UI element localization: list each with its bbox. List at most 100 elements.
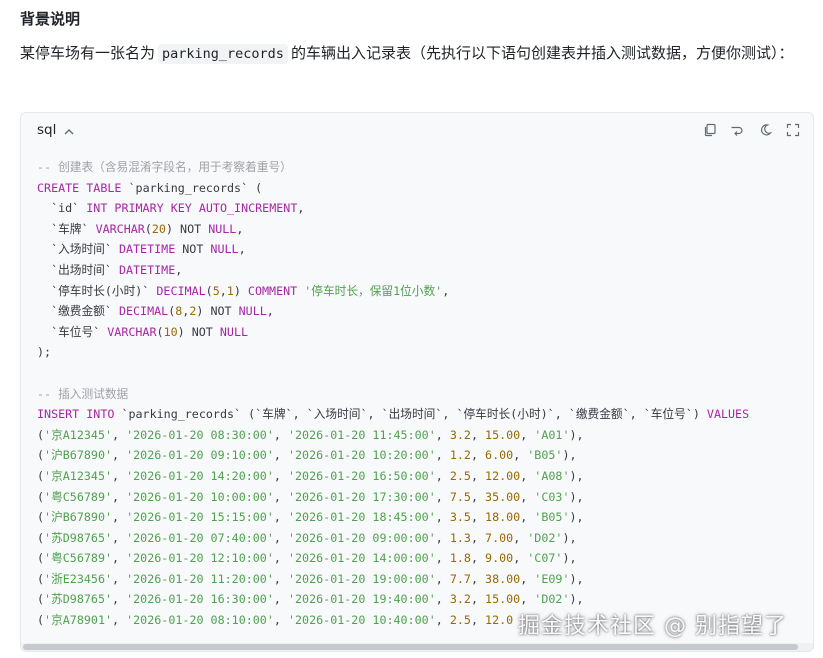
code-token: ), xyxy=(569,468,584,483)
code-token: `缴费金额` xyxy=(37,304,119,319)
code-token: ( xyxy=(37,613,45,628)
code-token: NULL xyxy=(238,304,267,319)
code-line: `入场时间` DATETIME NOT NULL, xyxy=(37,239,813,260)
code-token: DATETIME xyxy=(118,242,176,257)
code-token: , xyxy=(513,530,528,545)
code-block: sql -- 创建表（含易混淆字段名，用于考察着重号） CREATE TABLE … xyxy=(20,112,814,652)
code-token: '粤C56789' xyxy=(44,489,113,504)
code-token: , xyxy=(435,592,450,607)
code-token: VARCHAR xyxy=(95,221,145,236)
code-token: , xyxy=(112,530,127,545)
code-token: `出场时间` xyxy=(37,262,119,277)
code-token: '2026-01-20 14:20:00' xyxy=(126,468,274,483)
code-token: , xyxy=(273,571,288,586)
code-token: DECIMAL xyxy=(156,283,206,298)
code-token: ( xyxy=(37,551,45,566)
code-token: ( xyxy=(37,510,45,525)
code-token: 6.00 xyxy=(485,448,514,463)
code-token: 9.00 xyxy=(485,551,514,566)
moon-icon[interactable] xyxy=(758,122,773,136)
code-token: INT PRIMARY KEY AUTO_INCREMENT xyxy=(86,201,298,216)
code-token: , xyxy=(513,448,528,463)
code-token: ), xyxy=(562,551,577,566)
code-line: ('粤C56789', '2026-01-20 12:10:00', '2026… xyxy=(37,548,813,569)
code-token: `入场时间` xyxy=(37,242,119,257)
code-token: 7.00 xyxy=(485,530,514,545)
code-token: '2026-01-20 17:30:00' xyxy=(287,489,436,504)
code-token: '2026-01-20 16:50:00' xyxy=(287,468,436,483)
code-token: 'D02' xyxy=(527,530,563,545)
code-token: , xyxy=(112,510,127,525)
watermark: 掘金技术社区 @ 别指望了 xyxy=(518,614,787,639)
code-token: , xyxy=(273,489,288,504)
code-token: , xyxy=(273,592,288,607)
code-token: -- 插入测试数据 xyxy=(37,386,129,401)
code-token: , xyxy=(273,468,288,483)
code-token: '苏D98765' xyxy=(44,592,113,607)
code-token: ( xyxy=(37,468,45,483)
code-token: 35.00 xyxy=(485,489,521,504)
code-token: ), xyxy=(569,489,584,504)
code-block-header: sql xyxy=(21,113,813,147)
code-token: , xyxy=(470,571,486,586)
code-token: , xyxy=(470,448,486,463)
code-token: ( xyxy=(37,448,45,463)
code-token: , xyxy=(520,571,535,586)
code-line: -- 插入测试数据 xyxy=(37,384,813,405)
code-token: '2026-01-20 16:30:00' xyxy=(126,592,274,607)
code-token: '2026-01-20 07:40:00' xyxy=(126,530,274,545)
code-token: 'D02' xyxy=(534,592,570,607)
code-token: 7.7 xyxy=(449,571,471,586)
wrap-icon[interactable] xyxy=(730,122,744,136)
code-token: '2026-01-20 08:30:00' xyxy=(126,427,274,442)
code-token: , xyxy=(435,448,450,463)
code-token: -- 创建表（含易混淆字段名，用于考察着重号） xyxy=(37,160,292,174)
code-token: , xyxy=(520,592,535,607)
code-token: '2026-01-20 08:10:00' xyxy=(126,613,274,628)
code-token: '沪B67890' xyxy=(44,448,113,463)
code-token: ( xyxy=(156,324,164,339)
code-token: ) NOT xyxy=(165,221,209,236)
code-token: VARCHAR xyxy=(107,324,157,339)
horizontal-scrollbar[interactable] xyxy=(21,643,813,651)
fullscreen-icon[interactable] xyxy=(786,122,800,137)
code-token: , xyxy=(470,489,486,504)
code-token: '2026-01-20 10:00:00' xyxy=(126,489,274,504)
code-line: `出场时间` DATETIME, xyxy=(37,260,813,281)
code-line: ('京A12345', '2026-01-20 14:20:00', '2026… xyxy=(37,466,813,487)
chevron-up-icon[interactable] xyxy=(63,123,75,135)
code-token: , xyxy=(435,468,450,483)
code-content[interactable]: -- 创建表（含易混淆字段名，用于考察着重号） CREATE TABLE `par… xyxy=(37,157,813,631)
code-token: ); xyxy=(37,345,52,360)
code-token: , xyxy=(112,592,127,607)
code-token: , xyxy=(112,427,127,442)
scrollbar-thumb[interactable] xyxy=(23,644,798,650)
code-token: `车牌` xyxy=(37,221,96,236)
code-token: ( xyxy=(37,571,45,586)
code-token: , xyxy=(435,530,450,545)
inline-code-table-name: parking_records xyxy=(158,44,288,64)
code-token: 7.5 xyxy=(449,489,471,504)
code-token: , xyxy=(520,427,535,442)
section-heading: 背景说明 xyxy=(20,10,81,28)
code-token: 12.0 xyxy=(485,613,514,628)
code-token: , xyxy=(273,551,288,566)
code-token: NULL xyxy=(219,324,249,339)
code-token: CREATE TABLE xyxy=(37,180,122,195)
code-token: 1.3 xyxy=(449,530,471,545)
copy-icon[interactable] xyxy=(703,122,717,137)
code-token: 'A01' xyxy=(534,427,570,442)
code-token: '2026-01-20 19:00:00' xyxy=(287,571,436,586)
code-token: '2026-01-20 10:40:00' xyxy=(287,613,436,628)
intro-text-after: 的车辆出入记录表（先执行以下语句创建表并插入测试数据，方便你测试）： xyxy=(290,44,794,62)
code-token: `id` xyxy=(37,201,87,216)
code-token: 20 xyxy=(151,221,166,236)
code-token: , xyxy=(273,530,288,545)
code-token: ), xyxy=(562,530,577,545)
code-token: 3.5 xyxy=(449,510,471,525)
code-token: 5 xyxy=(212,283,220,298)
code-token: '2026-01-20 14:00:00' xyxy=(287,551,436,566)
code-line: ('沪B67890', '2026-01-20 15:15:00', '2026… xyxy=(37,507,813,528)
code-line: `id` INT PRIMARY KEY AUTO_INCREMENT, xyxy=(37,198,813,219)
